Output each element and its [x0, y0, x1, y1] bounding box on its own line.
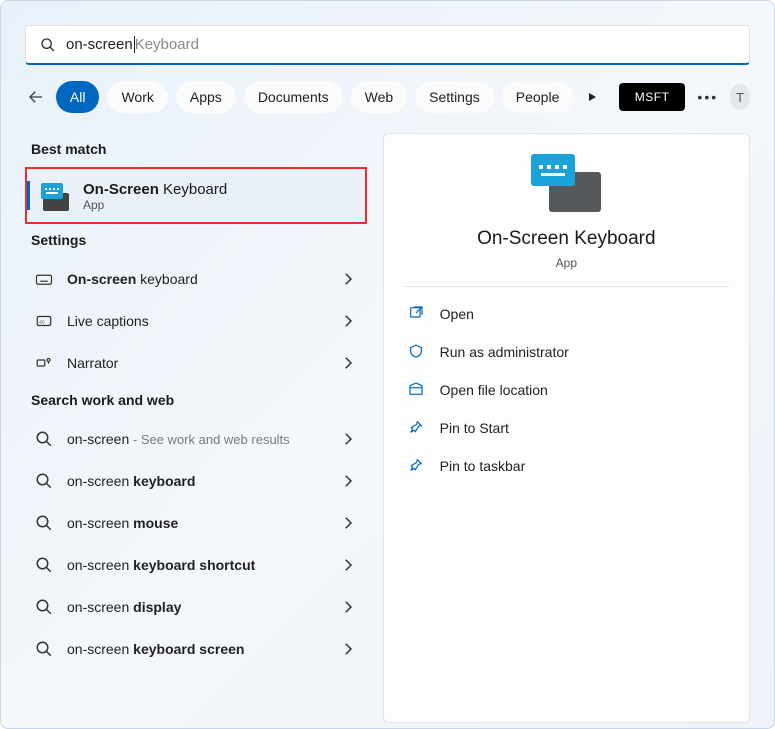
more-tabs-button[interactable]: [581, 91, 602, 103]
action-pin-to-start[interactable]: Pin to Start: [404, 409, 729, 447]
tab-settings[interactable]: Settings: [415, 81, 494, 113]
divider: [404, 286, 729, 287]
web-result-3[interactable]: on-screen keyboard shortcut: [25, 544, 367, 586]
action-icon: [408, 305, 424, 324]
start-search-window: on-screenKeyboard All Work Apps Document…: [0, 0, 775, 729]
tab-apps[interactable]: Apps: [176, 81, 236, 113]
keyboard-icon: [35, 270, 53, 288]
arrow-left-icon: [27, 88, 45, 106]
search-icon: [35, 430, 53, 448]
tab-documents[interactable]: Documents: [244, 81, 343, 113]
tab-people[interactable]: People: [502, 81, 574, 113]
search-icon: [40, 37, 56, 53]
action-label: Open: [440, 306, 474, 322]
back-button[interactable]: [25, 82, 48, 112]
filter-tabs: All Work Apps Documents Web Settings Peo…: [56, 81, 573, 113]
content-area: Best match On-Screen Keyboard App Settin…: [25, 133, 750, 723]
search-icon: [35, 640, 53, 658]
action-icon: [408, 343, 424, 362]
triangle-right-icon: [586, 91, 598, 103]
chevron-right-icon: [339, 514, 357, 532]
more-options-button[interactable]: •••: [693, 89, 722, 105]
search-icon: [35, 598, 53, 616]
chevron-right-icon: [339, 556, 357, 574]
action-icon: [408, 381, 424, 400]
action-label: Pin to Start: [440, 420, 509, 436]
chevron-right-icon: [339, 598, 357, 616]
search-icon: [35, 556, 53, 574]
preview-pane: On-Screen Keyboard App Open Run as admini…: [383, 133, 750, 723]
preview-title: On-Screen Keyboard: [404, 228, 729, 250]
preview-actions: Open Run as administrator Open file locati…: [404, 295, 729, 485]
action-label: Run as administrator: [440, 344, 569, 360]
search-input[interactable]: on-screenKeyboard: [25, 25, 750, 65]
chevron-right-icon: [339, 354, 357, 372]
web-result-0[interactable]: on-screen - See work and web results: [25, 418, 367, 460]
tab-all[interactable]: All: [56, 81, 100, 113]
results-column: Best match On-Screen Keyboard App Settin…: [25, 133, 367, 723]
tab-work[interactable]: Work: [107, 81, 167, 113]
chevron-right-icon: [339, 640, 357, 658]
action-icon: [408, 457, 424, 476]
msft-button[interactable]: MSFT: [619, 83, 686, 111]
best-match-text: On-Screen Keyboard App: [83, 181, 227, 212]
chevron-right-icon: [339, 430, 357, 448]
web-results-list: on-screen - See work and web resultson-s…: [25, 418, 367, 670]
settings-item-onscreen-keyboard[interactable]: On-screen keyboard: [25, 258, 367, 300]
best-match-heading: Best match: [25, 133, 367, 167]
narrator-icon: [35, 354, 53, 372]
search-icon: [35, 472, 53, 490]
search-web-heading: Search work and web: [25, 384, 367, 418]
on-screen-keyboard-icon: [41, 183, 69, 211]
web-result-5[interactable]: on-screen keyboard screen: [25, 628, 367, 670]
action-pin-to-taskbar[interactable]: Pin to taskbar: [404, 447, 729, 485]
action-label: Open file location: [440, 382, 548, 398]
best-match-item[interactable]: On-Screen Keyboard App: [25, 167, 367, 224]
web-result-2[interactable]: on-screen mouse: [25, 502, 367, 544]
tab-web[interactable]: Web: [351, 81, 408, 113]
search-icon: [35, 514, 53, 532]
action-label: Pin to taskbar: [440, 458, 526, 474]
settings-heading: Settings: [25, 224, 367, 258]
preview-app-icon: [531, 154, 601, 212]
chevron-right-icon: [339, 472, 357, 490]
action-run-as-administrator[interactable]: Run as administrator: [404, 333, 729, 371]
chevron-right-icon: [339, 270, 357, 288]
settings-item-narrator[interactable]: Narrator: [25, 342, 367, 384]
action-icon: [408, 419, 424, 438]
svg-text:cc: cc: [40, 319, 46, 325]
web-result-4[interactable]: on-screen display: [25, 586, 367, 628]
captions-icon: cc: [35, 312, 53, 330]
settings-item-live-captions[interactable]: cc Live captions: [25, 300, 367, 342]
action-open[interactable]: Open: [404, 295, 729, 333]
user-avatar[interactable]: T: [730, 84, 750, 110]
search-text: on-screenKeyboard: [66, 36, 199, 53]
web-result-1[interactable]: on-screen keyboard: [25, 460, 367, 502]
filter-row: All Work Apps Documents Web Settings Peo…: [25, 77, 750, 117]
preview-subtitle: App: [404, 256, 729, 270]
action-open-file-location[interactable]: Open file location: [404, 371, 729, 409]
chevron-right-icon: [339, 312, 357, 330]
